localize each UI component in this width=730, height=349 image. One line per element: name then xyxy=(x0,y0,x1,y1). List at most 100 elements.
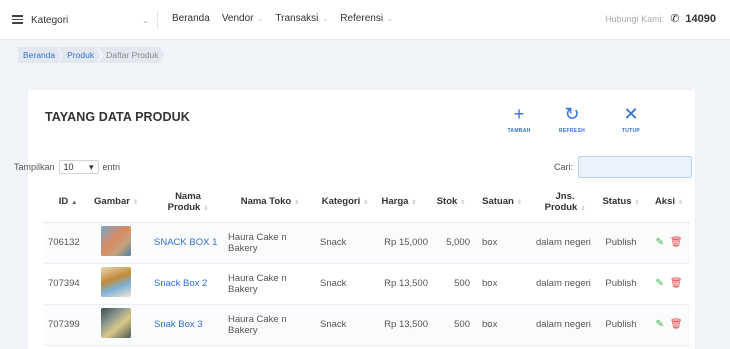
cell-nama-toko: Haura Cake n Bakery xyxy=(222,222,312,264)
cell-gambar xyxy=(88,263,144,305)
product-link[interactable]: Snak Box 3 xyxy=(154,319,203,330)
kategori-dropdown[interactable]: Kategori ⌄ xyxy=(31,13,149,27)
contact-label: Hubungi Kami: xyxy=(605,13,665,24)
hamburger-icon[interactable] xyxy=(12,15,23,24)
header-satuan[interactable]: Satuan ⇕ xyxy=(476,182,522,223)
refresh-label: REFRESH xyxy=(559,128,585,134)
contact-info: Hubungi Kami: ✆ 14090 xyxy=(605,12,716,26)
refresh-button[interactable]: ↻ REFRESH xyxy=(550,104,594,134)
cell-id: 707399 xyxy=(44,304,88,346)
sort-icon: ⇕ xyxy=(363,200,369,207)
nav-divider xyxy=(157,10,158,30)
header-harga[interactable]: Harga ⇕ xyxy=(370,182,432,223)
header-jns-produk[interactable]: Jns. Produk ⇕ xyxy=(522,182,594,223)
cell-aksi: ✎ 🗑 xyxy=(648,263,690,305)
cell-nama-toko: Haura Cake n Bakery xyxy=(222,263,312,305)
product-thumbnail[interactable] xyxy=(101,226,131,256)
sort-icon: ⇕ xyxy=(411,200,417,207)
chevron-down-icon: ⌄ xyxy=(257,15,264,23)
breadcrumb: Beranda Produk Daftar Produk xyxy=(18,47,165,63)
cell-jns-produk: dalam negeri xyxy=(522,304,594,346)
cell-stok: 500 xyxy=(432,263,476,305)
chevron-down-icon: ⌄ xyxy=(142,15,149,25)
page-title: TAYANG DATA PRODUK xyxy=(45,110,190,124)
table-row: 707399 Snak Box 3 Haura Cake n Bakery Sn… xyxy=(44,304,690,346)
close-icon: ✕ xyxy=(623,104,639,124)
sort-icon: ⇕ xyxy=(678,200,684,207)
nav-item-transaksi[interactable]: Transaksi ⌄ xyxy=(275,13,328,24)
product-thumbnail[interactable] xyxy=(101,308,131,338)
table-row: 707394 Snack Box 2 Haura Cake n Bakery S… xyxy=(44,263,690,305)
header-gambar[interactable]: Gambar ⇕ xyxy=(88,182,144,223)
nav-item-referensi[interactable]: Referensi ⌄ xyxy=(340,13,393,24)
entries-suffix: entri xyxy=(102,162,121,172)
search-label: Cari: xyxy=(554,162,574,172)
cell-harga: Rp 13,500 xyxy=(370,263,432,305)
search-control: Cari: xyxy=(554,156,693,178)
main-menu: Beranda Vendor ⌄ Transaksi ⌄ Referensi ⌄ xyxy=(172,13,393,24)
header-kategori[interactable]: Kategori ⇕ xyxy=(312,182,370,223)
cell-nama-produk: Snak Box 3 xyxy=(144,304,222,346)
tutup-button[interactable]: ✕ TUTUP xyxy=(609,104,653,134)
table-header-row: ID ▲ Gambar ⇕ Nama Produk ⇕ Nama Toko ⇕ Kate… xyxy=(44,182,690,223)
cell-aksi: ✎ 🗑 xyxy=(648,222,690,264)
nav-item-vendor[interactable]: Vendor ⌄ xyxy=(222,13,264,24)
cell-status: Publish xyxy=(594,304,648,346)
header-nama-produk[interactable]: Nama Produk ⇕ xyxy=(144,182,222,223)
cell-nama-produk: Snack Box 2 xyxy=(144,263,222,305)
cell-id: 707394 xyxy=(44,263,88,305)
cell-stok: 500 xyxy=(432,304,476,346)
header-stok[interactable]: Stok ⇕ xyxy=(432,182,476,223)
header-nama-toko[interactable]: Nama Toko ⇕ xyxy=(222,182,312,223)
cell-kategori: Snack xyxy=(312,222,370,264)
header-status[interactable]: Status ⇕ xyxy=(594,182,648,223)
sort-icon: ⇕ xyxy=(203,205,209,212)
nav-item-beranda[interactable]: Beranda xyxy=(172,13,210,24)
sort-icon: ⇕ xyxy=(460,200,466,207)
show-label: Tampilkan xyxy=(14,162,55,172)
top-navbar: Kategori ⌄ Beranda Vendor ⌄ Transaksi ⌄ Re… xyxy=(0,0,730,40)
cell-gambar xyxy=(88,222,144,264)
plus-icon: + xyxy=(513,104,525,124)
tambah-button[interactable]: + TAMBAH xyxy=(497,104,541,134)
trash-icon[interactable]: 🗑 xyxy=(670,319,683,330)
edit-icon[interactable]: ✎ xyxy=(655,319,663,330)
edit-icon[interactable]: ✎ xyxy=(655,278,663,289)
product-thumbnail[interactable] xyxy=(101,267,131,297)
header-id[interactable]: ID ▲ xyxy=(44,182,88,223)
cell-status: Publish xyxy=(594,263,648,305)
breadcrumb-daftar-produk: Daftar Produk xyxy=(98,47,165,63)
show-entries-control: Tampilkan 10 ▾ entri xyxy=(14,160,120,174)
search-input[interactable] xyxy=(578,156,693,178)
trash-icon[interactable]: 🗑 xyxy=(670,237,683,248)
chevron-down-icon: ⌄ xyxy=(322,15,329,23)
cell-kategori: Snack xyxy=(312,304,370,346)
tutup-label: TUTUP xyxy=(621,128,641,134)
product-link[interactable]: Snack Box 2 xyxy=(154,278,207,289)
cell-nama-produk: SNACK BOX 1 xyxy=(144,222,222,264)
kategori-label: Kategori xyxy=(31,14,69,26)
cell-harga: Rp 13,500 xyxy=(370,304,432,346)
cell-satuan: box xyxy=(476,304,522,346)
cell-jns-produk: dalam negeri xyxy=(522,222,594,264)
phone-icon: ✆ xyxy=(670,13,680,25)
breadcrumb-beranda[interactable]: Beranda xyxy=(18,47,62,63)
product-link[interactable]: SNACK BOX 1 xyxy=(154,237,217,248)
sort-icon: ⇕ xyxy=(634,200,640,207)
card-actions: + TAMBAH ↻ REFRESH ✕ TUTUP xyxy=(495,104,695,138)
cell-gambar xyxy=(88,304,144,346)
product-table: ID ▲ Gambar ⇕ Nama Produk ⇕ Nama Toko ⇕ Kate… xyxy=(44,182,690,346)
cell-satuan: box xyxy=(476,263,522,305)
header-aksi[interactable]: Aksi ⇕ xyxy=(648,182,690,223)
cell-kategori: Snack xyxy=(312,263,370,305)
edit-icon[interactable]: ✎ xyxy=(655,237,663,248)
cell-harga: Rp 15,000 xyxy=(370,222,432,264)
tambah-label: TAMBAH xyxy=(507,128,531,134)
refresh-icon: ↻ xyxy=(564,104,580,124)
entries-select[interactable]: 10 ▾ xyxy=(58,160,99,174)
contact-number[interactable]: 14090 xyxy=(685,13,716,25)
sort-icon: ⇕ xyxy=(294,200,300,207)
trash-icon[interactable]: 🗑 xyxy=(670,278,683,289)
cell-id: 706132 xyxy=(44,222,88,264)
breadcrumb-produk[interactable]: Produk xyxy=(59,47,101,63)
